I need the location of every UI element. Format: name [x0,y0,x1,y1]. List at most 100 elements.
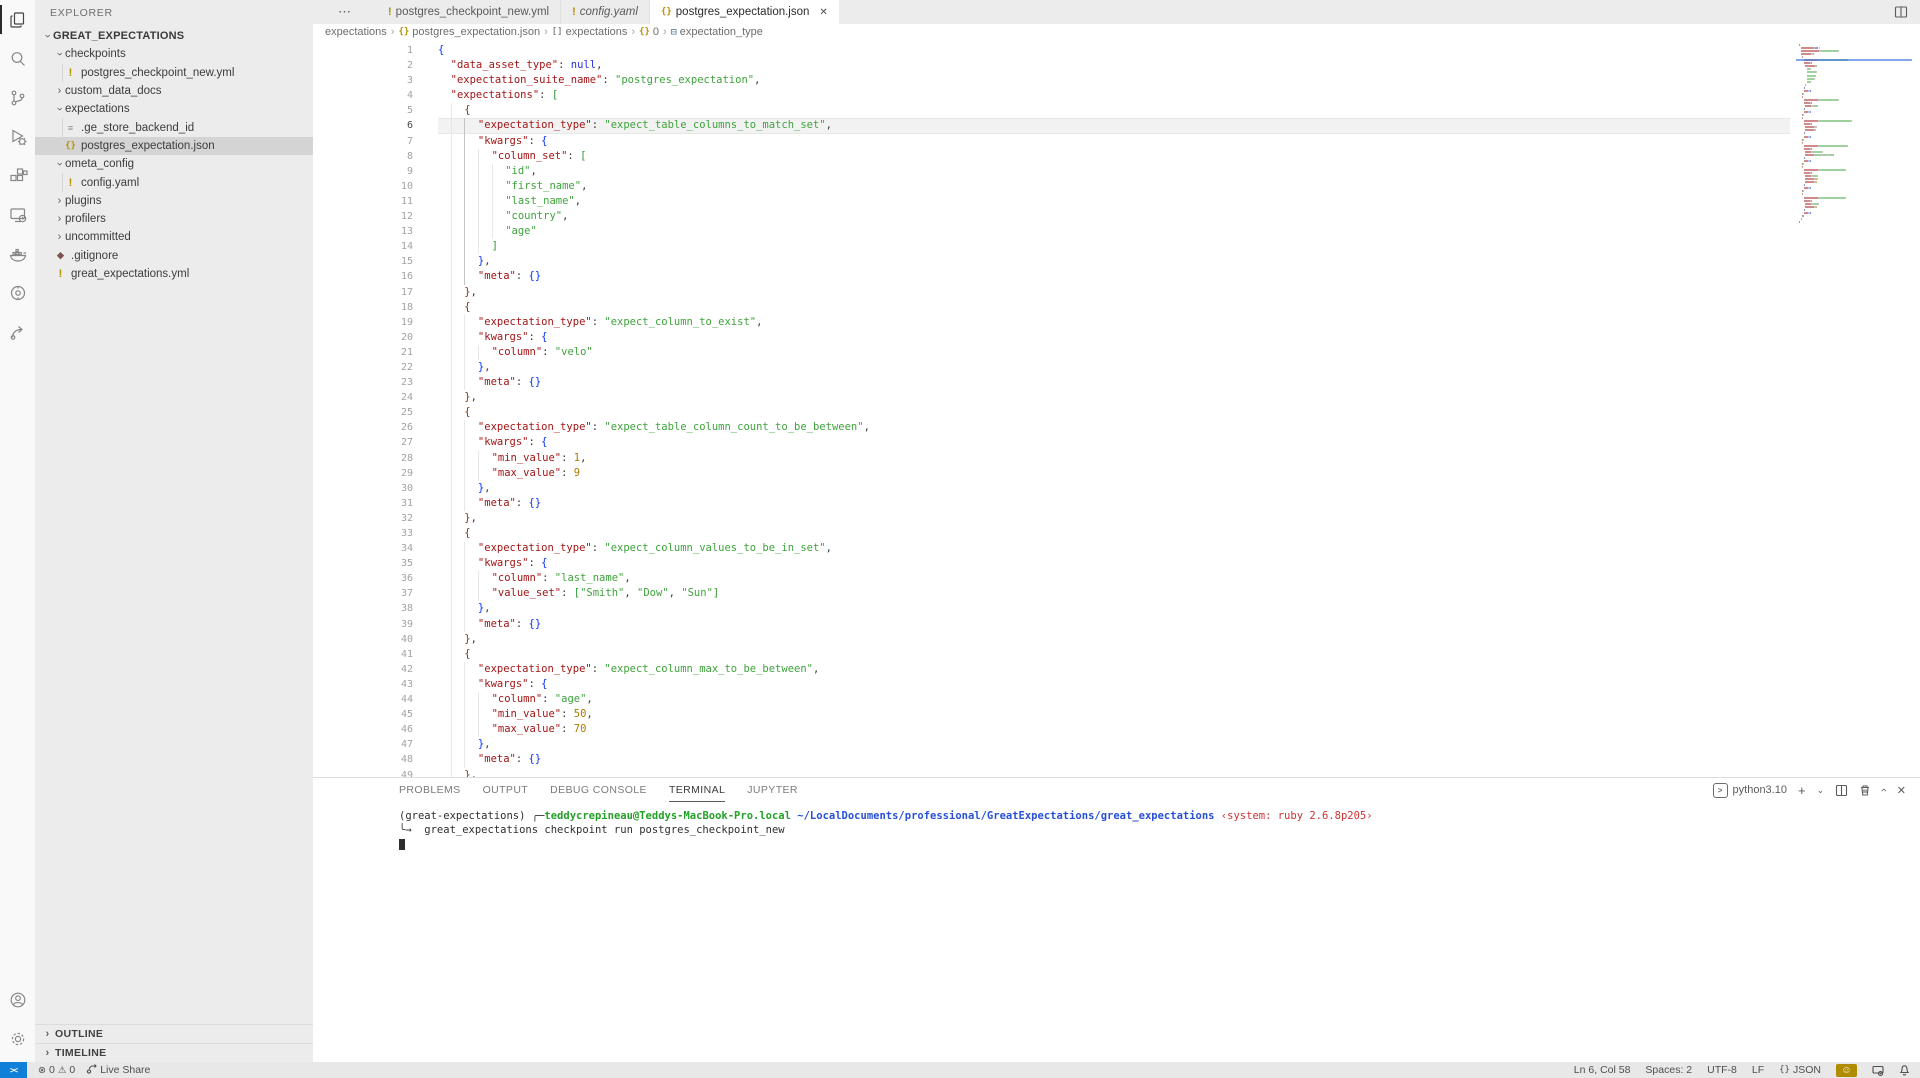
breadcrumb-item[interactable]: ⊟expectation_type [671,26,763,38]
panel-tab-jupyter[interactable]: JUPYTER [747,778,798,802]
tree-item-ometa-config[interactable]: ›ometa_config [35,155,313,173]
split-editor-icon[interactable] [1894,5,1908,19]
tree-item-postgres-expectation-json[interactable]: {}postgres_expectation.json [35,137,313,155]
tab-postgres-checkpoint-new-yml[interactable]: !postgres_checkpoint_new.yml [377,0,561,24]
settings-icon[interactable] [0,1019,35,1058]
tree-item-checkpoints[interactable]: ›checkpoints [35,45,313,63]
panel-tab-terminal[interactable]: TERMINAL [669,778,725,802]
tree-item-expectations[interactable]: ›expectations [35,100,313,118]
tree-item-config-yaml[interactable]: !config.yaml [35,173,313,191]
code-line-content[interactable]: "meta": {} [438,617,1790,632]
problems-indicator[interactable]: ⊗ 0 ⚠ 0 [38,1064,75,1076]
code-line-content[interactable]: "kwargs": { [438,435,1790,450]
code-line-content[interactable]: "expectation_suite_name": "postgres_expe… [438,73,1790,88]
code-line-content[interactable]: "max_value": 9 [438,466,1790,481]
code-line-content[interactable]: "kwargs": { [438,556,1790,571]
code-line-content[interactable]: "column": "velo" [438,345,1790,360]
code-line-content[interactable]: "kwargs": { [438,134,1790,149]
panel-tab-debug-console[interactable]: DEBUG CONSOLE [550,778,647,802]
code-line-content[interactable]: "min_value": 50, [438,707,1790,722]
breadcrumb-item[interactable]: {}postgres_expectation.json [398,26,540,38]
panel-tab-problems[interactable]: PROBLEMS [399,778,461,802]
code-line-content[interactable]: "meta": {} [438,752,1790,767]
code-line-content[interactable]: }, [438,254,1790,269]
status-lf[interactable]: LF [1752,1064,1764,1076]
trash-icon[interactable] [1859,784,1871,797]
code-line-content[interactable]: "age" [438,224,1790,239]
code-line-content[interactable]: "expectation_type": "expect_table_column… [438,118,1790,133]
shell-selector[interactable]: > python3.10 [1713,783,1787,798]
code-line-content[interactable]: "expectation_type": "expect_table_column… [438,420,1790,435]
docker-icon[interactable] [0,234,35,273]
minimap[interactable] [1796,40,1914,777]
chevron-down-icon[interactable]: ⌄ [1817,785,1825,796]
tree-item-uncommitted[interactable]: ›uncommitted [35,228,313,246]
code-line-content[interactable]: }, [438,285,1790,300]
tree-item--gitignore[interactable]: ◆.gitignore [35,247,313,265]
code-line-content[interactable]: "first_name", [438,179,1790,194]
maximize-panel-icon[interactable]: › [1878,788,1890,792]
tree-item-great-expectations-yml[interactable]: !great_expectations.yml [35,265,313,283]
remote-explorer-icon[interactable] [0,195,35,234]
breadcrumb-item[interactable]: {}0 [639,26,659,38]
code-line-content[interactable]: "kwargs": { [438,330,1790,345]
code-line-content[interactable]: }, [438,390,1790,405]
tab-postgres-expectation-json[interactable]: {}postgres_expectation.json✕ [650,0,839,24]
bell-icon[interactable] [1899,1064,1910,1076]
code-line-content[interactable]: { [438,103,1790,118]
status-ln[interactable]: Ln 6, Col 58 [1574,1064,1631,1076]
code-line-content[interactable]: "kwargs": { [438,677,1790,692]
tree-item-great-expectations[interactable]: ›GREAT_EXPECTATIONS [35,27,313,45]
code-line-content[interactable]: "meta": {} [438,269,1790,284]
code-line-content[interactable]: "last_name", [438,194,1790,209]
source-control-icon[interactable] [0,78,35,117]
search-icon[interactable] [0,39,35,78]
sidebar-section-timeline[interactable]: ›TIMELINE [35,1043,313,1062]
code-line-content[interactable]: "expectations": [ [438,88,1790,103]
code-line-content[interactable]: "data_asset_type": null, [438,58,1790,73]
status-utf-8[interactable]: UTF-8 [1707,1064,1737,1076]
code-line-content[interactable]: "value_set": ["Smith", "Dow", "Sun"] [438,586,1790,601]
code-line-content[interactable]: "meta": {} [438,496,1790,511]
code-line-content[interactable]: "min_value": 1, [438,451,1790,466]
run-debug-icon[interactable] [0,117,35,156]
tree-item-custom-data-docs[interactable]: ›custom_data_docs [35,82,313,100]
status-language-mode[interactable]: {}JSON [1779,1064,1821,1076]
code-line-content[interactable]: ] [438,239,1790,254]
code-line-content[interactable]: "column": "age", [438,692,1790,707]
code-line-content[interactable]: { [438,647,1790,662]
live-share-button[interactable]: Live Share [86,1063,150,1077]
code-line-content[interactable]: { [438,43,1790,58]
account-icon[interactable] [0,980,35,1019]
code-line-content[interactable]: "max_value": 70 [438,722,1790,737]
code-line-content[interactable]: }, [438,511,1790,526]
code-line-content[interactable]: { [438,405,1790,420]
tree-item-profilers[interactable]: ›profilers [35,210,313,228]
code-line-content[interactable]: "expectation_type": "expect_column_to_ex… [438,315,1790,330]
ports-icon[interactable] [1872,1065,1884,1076]
code-line-content[interactable]: }, [438,360,1790,375]
code-line-content[interactable]: "country", [438,209,1790,224]
sidebar-section-outline[interactable]: ›OUTLINE [35,1024,313,1043]
code-line-content[interactable]: "id", [438,164,1790,179]
tree-item-plugins[interactable]: ›plugins [35,192,313,210]
more-actions-icon[interactable]: ⋯ [313,0,377,24]
code-line-content[interactable]: }, [438,632,1790,647]
panel-tab-output[interactable]: OUTPUT [483,778,529,802]
code-line-content[interactable]: }, [438,601,1790,616]
tab-config-yaml[interactable]: !config.yaml [561,0,650,24]
globe-icon[interactable] [0,273,35,312]
code-line-content[interactable]: "meta": {} [438,375,1790,390]
breadcrumb-item[interactable]: expectations [325,26,387,38]
code-line-content[interactable]: "column_set": [ [438,149,1790,164]
tree-item-postgres-checkpoint-new-yml[interactable]: !postgres_checkpoint_new.yml [35,64,313,82]
code-line-content[interactable]: }, [438,768,1790,778]
extensions-icon[interactable] [0,156,35,195]
code-line-content[interactable]: { [438,526,1790,541]
code-line-content[interactable]: "column": "last_name", [438,571,1790,586]
code-line-content[interactable]: "expectation_type": "expect_column_value… [438,541,1790,556]
code-line-content[interactable]: { [438,300,1790,315]
remote-indicator[interactable]: >< [0,1062,27,1078]
code-line-content[interactable]: "expectation_type": "expect_column_max_t… [438,662,1790,677]
code-line-content[interactable]: }, [438,737,1790,752]
